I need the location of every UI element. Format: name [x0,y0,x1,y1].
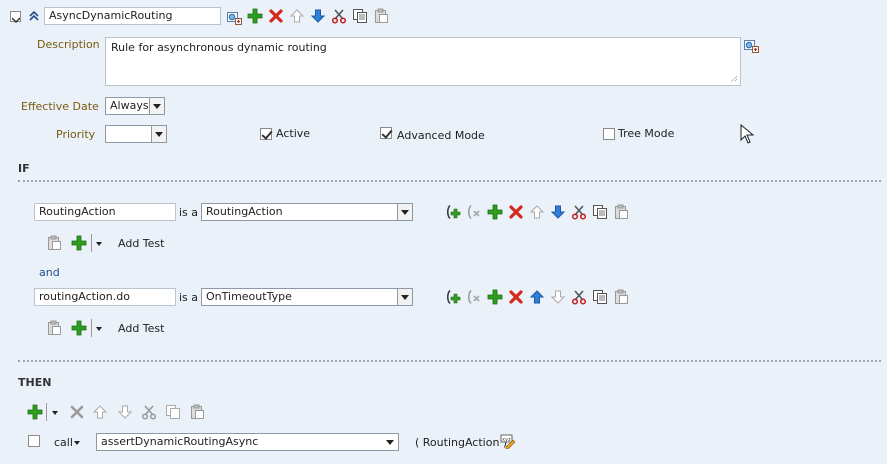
delete-icon[interactable] [508,204,524,220]
toolbar-separator [46,403,47,421]
action-function-select[interactable]: assertDynamicRoutingAsync [96,433,399,451]
paste-icon[interactable] [189,404,205,420]
description-textarea[interactable]: Rule for asynchronous dynamic routing [105,37,741,86]
paste-icon[interactable] [613,204,629,220]
chevron-down-icon[interactable] [11,13,21,24]
description-label: Description [37,38,100,51]
chevron-down-icon[interactable] [151,126,166,142]
copy-icon[interactable] [592,204,608,220]
add-paren-icon[interactable] [445,204,461,220]
toolbar-separator [91,319,92,337]
paste-icon[interactable] [613,289,629,305]
copy-icon[interactable] [352,8,368,24]
chevron-down-icon[interactable] [383,434,398,450]
copy-icon[interactable] [165,404,181,420]
add-icon[interactable] [487,204,503,220]
chevron-down-icon[interactable] [397,289,412,305]
move-down-icon[interactable] [550,204,566,220]
add-test-button[interactable]: Add Test [118,322,164,335]
chevron-down-icon[interactable] [74,441,80,445]
cut-icon[interactable] [571,204,587,220]
action-kind-menu[interactable]: call [54,436,73,449]
chevron-down-icon[interactable] [397,204,412,220]
action-kind-label: call [54,436,73,449]
move-down-icon[interactable] [117,404,133,420]
description-text: Rule for asynchronous dynamic routing [111,41,327,54]
action-arguments: ( RoutingAction ) [415,436,508,449]
advanced-mode-checkbox[interactable] [380,127,392,139]
browse-icon[interactable] [226,9,242,25]
condition-variable-field[interactable]: RoutingAction [34,203,176,221]
delete-icon[interactable] [268,8,284,24]
move-up-icon[interactable] [92,404,108,420]
chevron-down-icon[interactable] [52,411,58,415]
cut-icon[interactable] [141,404,157,420]
move-down-icon[interactable] [550,289,566,305]
if-divider [18,180,881,182]
condition-type-value: OnTimeoutType [206,290,292,303]
paste-test-icon[interactable] [46,235,62,251]
paste-icon[interactable] [373,8,389,24]
advanced-mode-label: Advanced Mode [397,129,485,142]
move-up-icon[interactable] [289,8,305,24]
delete-action-icon[interactable] [69,404,85,420]
effective-date-label: Effective Date [21,100,99,113]
add-action-icon[interactable] [27,404,43,420]
remove-paren-icon[interactable] [466,289,482,305]
is-a-label: is a [179,291,199,304]
effective-date-value: Always [110,99,149,112]
collapse-icon[interactable] [28,10,40,22]
chevron-down-icon[interactable] [96,242,102,246]
is-a-label: is a [179,206,199,219]
condition-type-select[interactable]: OnTimeoutType [201,288,413,306]
rule-name-field[interactable]: AsyncDynamicRouting [44,7,221,25]
active-checkbox[interactable] [260,128,272,140]
mouse-cursor-icon [740,123,755,144]
if-heading: IF [18,162,30,175]
chevron-down-icon[interactable] [149,98,164,114]
move-up-icon[interactable] [529,289,545,305]
remove-paren-icon[interactable] [466,204,482,220]
action-function-value: assertDynamicRoutingAsync [101,435,259,448]
toolbar-separator [91,234,92,252]
priority-label: Priority [56,128,96,141]
copy-icon[interactable] [592,289,608,305]
add-icon[interactable] [247,8,263,24]
cut-icon[interactable] [571,289,587,305]
description-browse-icon[interactable] [743,37,759,53]
tree-mode-checkbox[interactable] [603,128,615,140]
action-select-checkbox[interactable] [28,435,40,447]
tree-mode-label: Tree Mode [618,127,675,140]
active-label: Active [276,127,311,140]
cut-icon[interactable] [331,8,347,24]
chevron-down-icon[interactable] [96,327,102,331]
add-test-plus-icon[interactable] [71,235,87,251]
then-divider [18,360,881,362]
then-heading: THEN [18,376,52,389]
effective-date-select[interactable]: Always [105,97,165,115]
add-icon[interactable] [487,289,503,305]
condition-variable-field[interactable]: routingAction.do [34,288,176,306]
add-test-button[interactable]: Add Test [118,237,164,250]
priority-select[interactable] [105,125,167,143]
add-paren-icon[interactable] [445,289,461,305]
condition-type-select[interactable]: RoutingAction [201,203,413,221]
and-conjunction[interactable]: and [39,266,60,279]
move-up-icon[interactable] [529,204,545,220]
move-down-icon[interactable] [310,8,326,24]
delete-icon[interactable] [508,289,524,305]
edit-expression-icon[interactable] [500,433,516,449]
condition-type-value: RoutingAction [206,205,283,218]
paste-test-icon[interactable] [46,320,62,336]
add-test-plus-icon[interactable] [71,320,87,336]
